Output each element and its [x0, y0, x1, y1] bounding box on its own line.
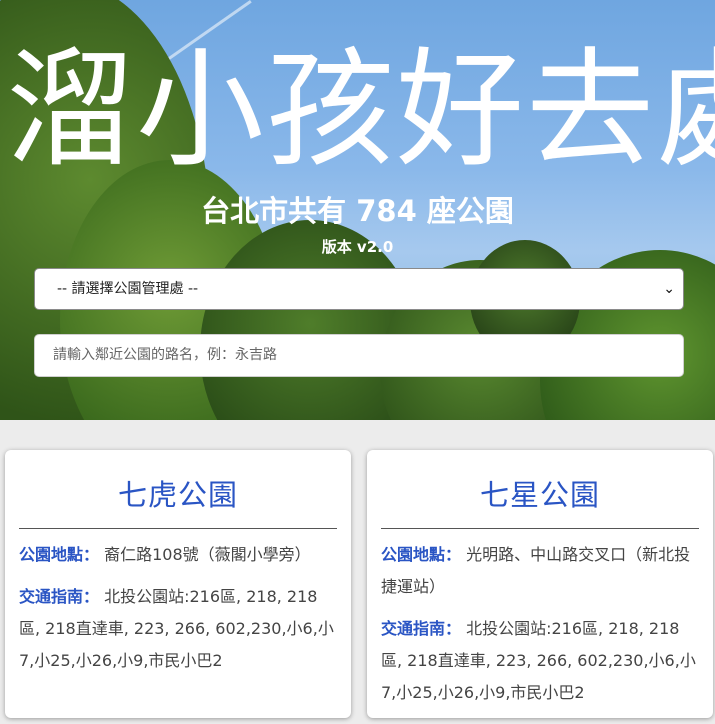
divider — [19, 528, 337, 529]
park-card: 七星公園 公園地點： 光明路、中山路交叉口（新北投捷運站） 交通指南： 北投公園… — [367, 450, 713, 718]
transit-label: 交通指南： — [381, 619, 462, 638]
hero-banner: 溜小孩好去處 台北市共有 784 座公園 版本 v2.0 -- 請選擇公園管理處… — [0, 0, 715, 420]
road-search-input[interactable]: 請輸入鄰近公園的路名，例：永吉路 — [34, 334, 684, 377]
park-card: 七虎公園 公園地點： 裔仁路108號（薇閣小學旁） 交通指南： 北投公園站:21… — [5, 450, 351, 718]
park-card-list: 七虎公園 公園地點： 裔仁路108號（薇閣小學旁） 交通指南： 北投公園站:21… — [0, 420, 715, 724]
park-location: 公園地點： 光明路、中山路交叉口（新北投捷運站） — [381, 539, 699, 603]
page-title: 溜小孩好去處 — [6, 36, 715, 185]
park-count-subtitle: 台北市共有 784 座公園 — [201, 194, 514, 228]
select-value: -- 請選擇公園管理處 -- — [57, 281, 199, 297]
park-office-select[interactable]: -- 請選擇公園管理處 -- ⌄ — [34, 268, 684, 310]
transit-label: 交通指南： — [19, 587, 100, 606]
location-value: 裔仁路108號（薇閣小學旁） — [104, 545, 311, 564]
divider — [381, 528, 699, 529]
chevron-down-icon: ⌄ — [663, 281, 675, 297]
location-label: 公園地點： — [381, 545, 462, 564]
park-name: 七星公園 — [479, 478, 600, 512]
park-location: 公園地點： 裔仁路108號（薇閣小學旁） — [19, 539, 337, 571]
park-transit: 交通指南： 北投公園站:216區, 218, 218區, 218直達車, 223… — [381, 613, 699, 709]
location-label: 公園地點： — [19, 545, 100, 564]
park-name: 七虎公園 — [117, 478, 238, 512]
version-label: 版本 v2.0 — [321, 238, 394, 256]
park-transit: 交通指南： 北投公園站:216區, 218, 218區, 218直達車, 223… — [19, 581, 337, 677]
